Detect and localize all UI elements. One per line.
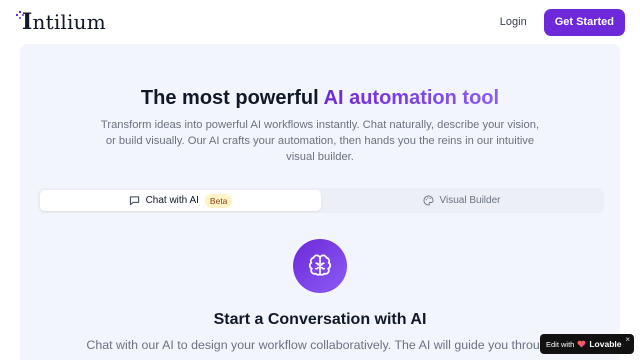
tab-visual-builder[interactable]: Visual Builder [321, 190, 602, 211]
get-started-button[interactable]: Get Started [543, 8, 625, 36]
tab-label: Visual Builder [439, 195, 501, 206]
brand-logo[interactable]: Intilium [16, 7, 106, 37]
hero-title-plain: The most powerful [140, 87, 324, 109]
brand-name: Intilium [22, 9, 106, 35]
tab-chat-with-ai[interactable]: Chat with AI Beta [40, 190, 321, 211]
nav-actions: Login Get Started [500, 8, 625, 36]
badge-prefix: Edit with [546, 339, 575, 349]
beta-badge: Beta [204, 193, 233, 208]
chat-bubble-icon [129, 196, 139, 206]
hero-title: The most powerful AI automation tool [0, 87, 640, 110]
hero-subtitle: Transform ideas into powerful AI workflo… [100, 119, 540, 163]
hero-title-accent: AI automation tool [323, 87, 500, 109]
edit-with-lovable-badge[interactable]: Edit with Lovable × [540, 334, 634, 354]
tab-label: Chat with AI [145, 195, 199, 206]
brain-icon [308, 254, 332, 276]
top-navbar: Intilium Login Get Started [0, 0, 640, 44]
section-description: Chat with our AI to design your workflow… [86, 338, 554, 352]
mode-tabs: Chat with AI Beta Visual Builder [38, 188, 604, 213]
close-icon[interactable]: × [625, 335, 630, 344]
brain-icon-circle [293, 239, 347, 293]
sparkle-dots-icon [16, 11, 24, 19]
palette-icon [423, 195, 434, 206]
lovable-heart-icon [577, 340, 586, 348]
badge-brand: Lovable [589, 339, 622, 349]
login-link[interactable]: Login [500, 16, 527, 28]
section-title: Start a Conversation with AI [213, 311, 427, 328]
